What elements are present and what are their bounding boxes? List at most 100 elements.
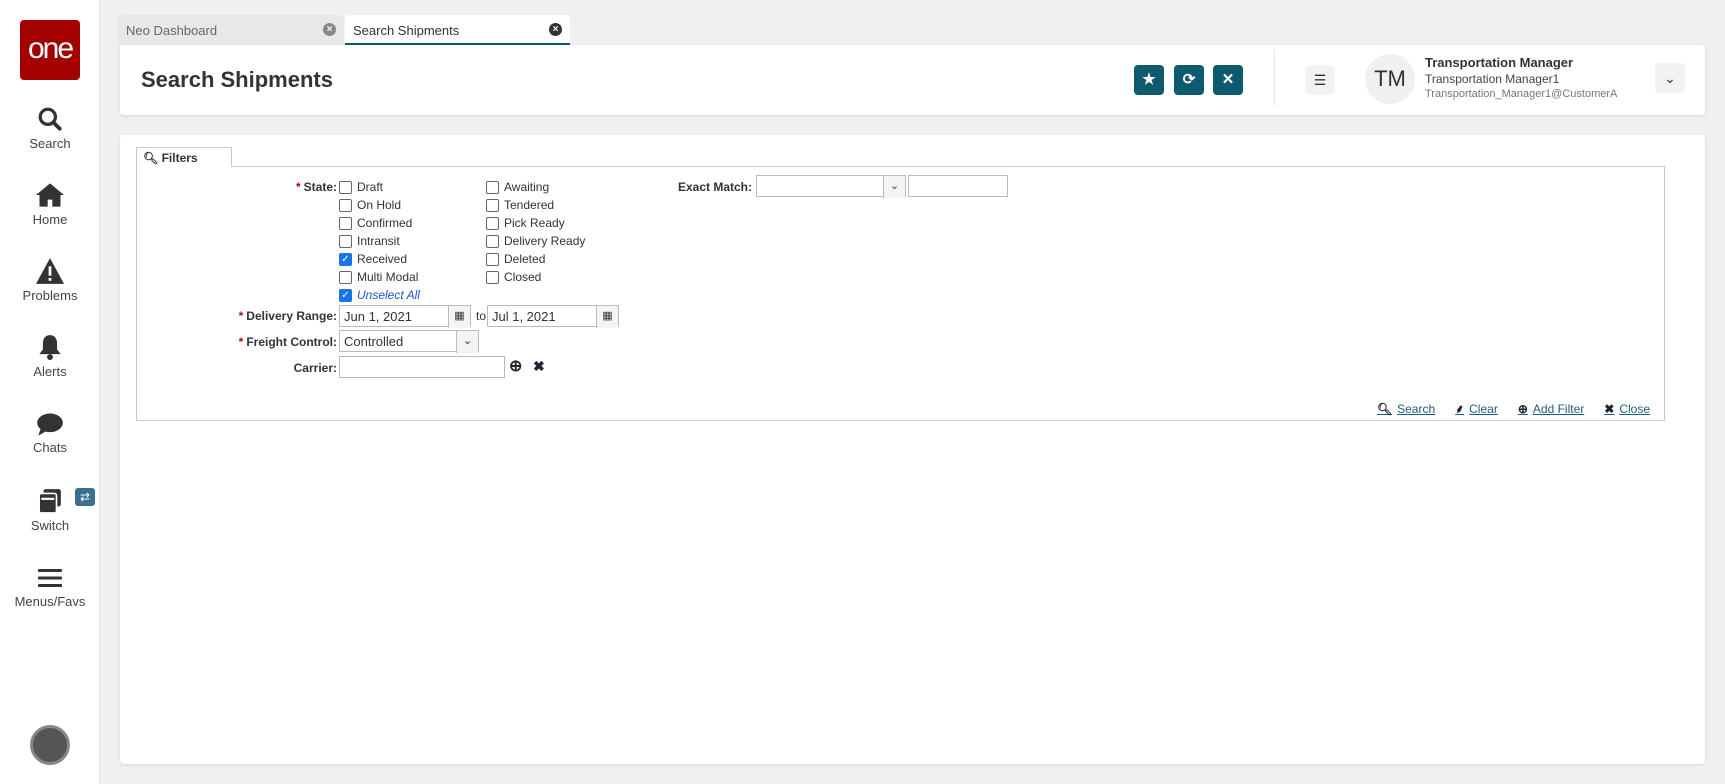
- close-tab-icon[interactable]: ×: [323, 23, 336, 36]
- unselect-all-checkbox[interactable]: ✓ Unselect All: [339, 287, 420, 303]
- state-checkbox-tendered[interactable]: Tendered: [486, 197, 585, 213]
- search-icon: 🔍︎: [1376, 401, 1393, 416]
- user-initials-avatar[interactable]: TM: [1365, 54, 1415, 104]
- checkbox-label: Awaiting: [504, 180, 550, 194]
- sidebar-item-chats[interactable]: Chats: [0, 412, 100, 455]
- checkbox-label: Tendered: [504, 198, 555, 212]
- checkbox-icon: [486, 270, 499, 284]
- to-label: to: [476, 309, 487, 323]
- freight-control-select[interactable]: Controlled ⌄: [339, 330, 479, 353]
- sidebar-item-label: Home: [32, 212, 68, 227]
- carrier-clear-icon[interactable]: ✖: [533, 358, 545, 375]
- sidebar-item-alerts[interactable]: Alerts: [0, 334, 100, 379]
- checkbox-icon: [486, 180, 499, 194]
- exact-match-select[interactable]: ⌄: [756, 175, 906, 198]
- checkbox-icon: [339, 180, 352, 194]
- checkbox-icon: [486, 234, 499, 248]
- checkbox-label: Confirmed: [357, 216, 413, 230]
- filters-panel: * State: Draft On Hold Confirmed Intransit ✓ R…: [136, 166, 1665, 421]
- state-checkbox-confirmed[interactable]: Confirmed: [339, 215, 418, 231]
- sidebar-item-label: Switch: [30, 518, 70, 533]
- plus-circle-icon: ⊕: [1517, 401, 1528, 416]
- state-column-2: Awaiting Tendered Pick Ready Delivery Ready…: [486, 179, 585, 287]
- checkbox-label: Received: [357, 252, 408, 266]
- chat-icon: [37, 413, 63, 436]
- sidebar-item-problems[interactable]: Problems: [0, 258, 100, 303]
- chevron-down-icon: ⌄: [456, 331, 478, 353]
- filter-actions: 🔍︎ Search ⸙ Clear ⊕ Add Filter ✖ Close: [1377, 400, 1650, 417]
- switch-icon: [38, 489, 61, 514]
- user-name: Transportation Manager1: [1425, 72, 1560, 86]
- tab-label: Neo Dashboard: [126, 23, 218, 38]
- close-icon: ✖: [1604, 401, 1615, 416]
- state-checkbox-delivery-ready[interactable]: Delivery Ready: [486, 233, 585, 249]
- checkbox-icon: [339, 216, 352, 230]
- app-logo[interactable]: one: [20, 20, 80, 80]
- sidebar-item-label: Alerts: [33, 364, 67, 379]
- state-checkbox-multi-modal[interactable]: Multi Modal: [339, 269, 418, 285]
- user-avatar[interactable]: [30, 725, 70, 765]
- bell-icon: [39, 335, 61, 360]
- refresh-button[interactable]: ⟳: [1174, 65, 1204, 95]
- favorite-button[interactable]: ★: [1134, 65, 1164, 95]
- exact-match-input[interactable]: [908, 175, 1008, 197]
- close-page-button[interactable]: ✕: [1213, 65, 1243, 95]
- state-label: * State:: [295, 180, 337, 194]
- user-id: Transportation_Manager1@CustomerA: [1425, 88, 1618, 100]
- state-checkbox-draft[interactable]: Draft: [339, 179, 418, 195]
- sidebar-item-search[interactable]: Search: [0, 106, 100, 151]
- sidebar-item-label: Problems: [22, 288, 78, 303]
- delivery-range-label: * Delivery Range:: [238, 309, 337, 323]
- state-checkbox-pick-ready[interactable]: Pick Ready: [486, 215, 585, 231]
- chevron-down-icon: ⌄: [883, 176, 905, 198]
- delivery-from-input[interactable]: Jun 1, 2021 ▦: [339, 305, 471, 328]
- chevron-down-icon: ⌄: [1664, 70, 1676, 86]
- checkbox-checked-icon: ✓: [339, 252, 352, 266]
- delivery-to-input[interactable]: Jul 1, 2021 ▦: [487, 305, 619, 328]
- search-icon: 🔍︎: [143, 151, 159, 165]
- tab-label: Search Shipments: [353, 23, 460, 38]
- sidebar-item-home[interactable]: Home: [0, 182, 100, 227]
- tab-search-shipments[interactable]: Search Shipments ×: [345, 15, 570, 45]
- menu-icon: [38, 569, 62, 587]
- add-filter-link[interactable]: ⊕ Add Filter: [1518, 400, 1584, 417]
- calendar-icon[interactable]: ▦: [596, 306, 618, 328]
- search-link[interactable]: 🔍︎ Search: [1377, 400, 1435, 417]
- sidebar-item-menus-favs[interactable]: Menus/Favs: [0, 566, 100, 609]
- user-role: Transportation Manager: [1425, 55, 1574, 70]
- checkbox-label: Draft: [357, 180, 384, 194]
- sidebar: one Search Home Problems Alerts Chats Sw…: [0, 0, 100, 784]
- checkbox-label: Multi Modal: [357, 270, 419, 284]
- refresh-icon: ⟳: [1182, 71, 1196, 88]
- align-menu-icon: ☰: [1313, 72, 1327, 88]
- state-checkbox-closed[interactable]: Closed: [486, 269, 585, 285]
- sidebar-item-label: Menus/Favs: [14, 594, 86, 609]
- sidebar-item-label: Chats: [33, 440, 67, 455]
- divider: [1274, 50, 1275, 106]
- freight-control-label: * Freight Control:: [238, 335, 337, 349]
- calendar-icon[interactable]: ▦: [448, 306, 470, 328]
- state-checkbox-deleted[interactable]: Deleted: [486, 251, 585, 267]
- close-icon: ✕: [1221, 71, 1235, 88]
- tab-label: Filters: [161, 151, 198, 165]
- checkbox-icon: [339, 234, 352, 248]
- user-menu-button[interactable]: ⌄: [1655, 63, 1685, 93]
- close-link[interactable]: ✖ Close: [1604, 400, 1650, 417]
- exact-match-label: Exact Match:: [677, 180, 752, 194]
- tab-filters[interactable]: 🔍︎ Filters: [136, 147, 232, 167]
- content-area: 🔍︎ Filters * State: Draft On Hold Confirmed…: [120, 135, 1705, 764]
- clear-link[interactable]: ⸙ Clear: [1455, 400, 1498, 417]
- switch-badge-icon[interactable]: ⇄: [75, 488, 95, 506]
- carrier-lookup-icon[interactable]: ⊕: [509, 356, 522, 376]
- home-icon: [36, 183, 64, 207]
- state-checkbox-received[interactable]: ✓ Received: [339, 251, 418, 267]
- state-checkbox-on-hold[interactable]: On Hold: [339, 197, 418, 213]
- carrier-input[interactable]: [339, 356, 505, 378]
- state-checkbox-intransit[interactable]: Intransit: [339, 233, 418, 249]
- tab-neo-dashboard[interactable]: Neo Dashboard ×: [118, 15, 344, 45]
- checkbox-icon: [339, 198, 352, 212]
- checkbox-label: Pick Ready: [504, 216, 565, 230]
- menu-button[interactable]: ☰: [1305, 65, 1335, 95]
- close-tab-icon[interactable]: ×: [549, 23, 562, 36]
- checkbox-label: Delivery Ready: [504, 234, 586, 248]
